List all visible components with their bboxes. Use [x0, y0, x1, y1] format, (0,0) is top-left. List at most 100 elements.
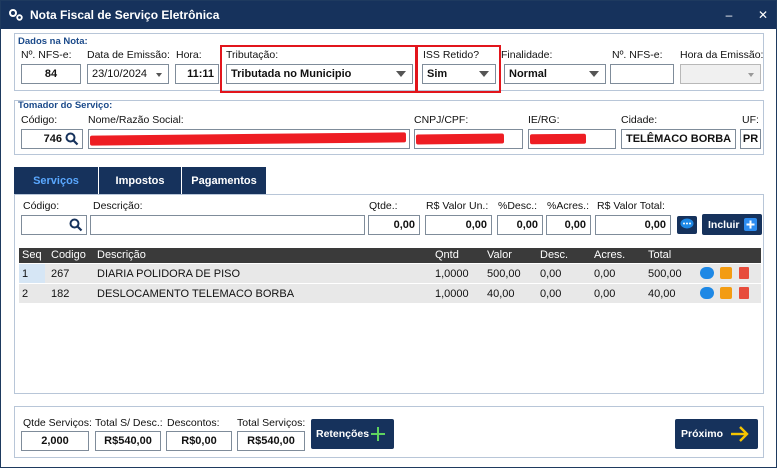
qtde-field[interactable]: 0,00	[368, 215, 420, 235]
cell-qntd: 1,0000	[435, 288, 469, 300]
search-icon[interactable]	[69, 218, 83, 234]
comment-icon[interactable]	[700, 267, 714, 279]
proximo-button[interactable]: Próximo	[675, 419, 758, 449]
column-header[interactable]: Acres.	[594, 249, 625, 261]
finalidade-label: Finalidade:	[501, 49, 553, 61]
redaction-mark	[415, 133, 505, 145]
nfse-ref-field[interactable]	[610, 64, 674, 84]
chevron-down-icon	[156, 73, 162, 77]
cidade-label: Cidade:	[621, 114, 658, 126]
nfse-window: Nota Fiscal de Serviço Eletrônica – ✕ Da…	[0, 0, 777, 468]
desc-field[interactable]: 0,00	[497, 215, 543, 235]
search-icon[interactable]	[65, 132, 79, 148]
tab-pagamentos[interactable]: Pagamentos	[182, 167, 266, 194]
tab-servicos[interactable]: Serviços	[14, 167, 98, 194]
valor-un-field[interactable]: 0,00	[425, 215, 492, 235]
cell-descricao: DIARIA POLIDORA DE PISO	[97, 268, 241, 280]
chevron-down-icon	[589, 71, 599, 77]
cidade-field[interactable]: TELÊMACO BORBA	[621, 129, 736, 149]
comment-icon	[680, 218, 694, 233]
uf-field[interactable]: PR	[740, 129, 761, 149]
ie-label: IE/RG:	[528, 114, 560, 126]
proximo-label: Próximo	[681, 428, 724, 440]
cell-acres: 0,00	[594, 288, 616, 300]
total-servicos-field: R$540,00	[237, 431, 305, 451]
cell-desc: 0,00	[540, 288, 562, 300]
cell-valor: 500,00	[487, 268, 521, 280]
redaction-mark	[529, 133, 587, 145]
hora-field[interactable]: 11:11	[175, 64, 219, 84]
nfse-ref-label: Nº. NFS-e:	[612, 49, 663, 61]
data-emissao-value: 23/10/2024	[92, 68, 148, 80]
plus-icon	[744, 218, 757, 231]
cell-acres: 0,00	[594, 268, 616, 280]
retencoes-button[interactable]: Retenções	[311, 419, 394, 449]
servico-codigo-field[interactable]	[21, 215, 87, 235]
cell-codigo: 267	[51, 268, 70, 280]
finalidade-value: Normal	[509, 68, 547, 80]
window-title: Nota Fiscal de Serviço Eletrônica	[30, 8, 220, 22]
close-button[interactable]: ✕	[753, 6, 773, 24]
incluir-button[interactable]: Incluir	[702, 214, 762, 235]
column-header[interactable]: Descrição	[97, 249, 146, 261]
valor-total-field[interactable]: 0,00	[595, 215, 671, 235]
qtde-servicos-label: Qtde Serviços:	[23, 417, 92, 429]
cell-desc: 0,00	[540, 268, 562, 280]
acres-field[interactable]: 0,00	[546, 215, 591, 235]
cell-total: 500,00	[648, 268, 682, 280]
comment-icon[interactable]	[700, 287, 714, 299]
retencoes-label: Retenções	[316, 428, 370, 440]
arrow-right-icon	[730, 425, 750, 446]
uf-label: UF:	[742, 114, 759, 126]
cell-seq: 1	[22, 268, 29, 280]
column-header[interactable]: Qntd	[435, 249, 459, 261]
plus-icon	[370, 426, 386, 445]
cell-total: 40,00	[648, 288, 676, 300]
total-sem-desc-field: R$540,00	[95, 431, 161, 451]
tomador-codigo-field[interactable]: 746	[21, 129, 83, 149]
comment-button[interactable]	[677, 216, 697, 234]
minimize-button[interactable]: –	[719, 6, 739, 24]
highlight-box-iss	[416, 45, 501, 93]
table-row[interactable]: 2 182 DESLOCAMENTO TELEMACO BORBA 1,0000…	[19, 284, 761, 303]
column-header[interactable]: Desc.	[540, 249, 568, 261]
data-emissao-field[interactable]: 23/10/2024	[87, 64, 169, 84]
total-servicos-label: Total Serviços:	[237, 417, 306, 429]
hora-emissao-field	[680, 64, 761, 84]
trash-icon[interactable]	[739, 267, 749, 279]
hora-label: Hora:	[176, 49, 202, 61]
settings-icon	[8, 7, 24, 23]
cell-seq: 2	[22, 288, 29, 300]
descontos-label: Descontos:	[167, 417, 220, 429]
column-header[interactable]: Total	[648, 249, 671, 261]
codigo-label: Código:	[21, 114, 58, 126]
qtde-label: Qtde.:	[369, 200, 398, 212]
cell-codigo: 182	[51, 288, 70, 300]
data-emissao-label: Data de Emissão:	[87, 49, 170, 61]
title-bar: Nota Fiscal de Serviço Eletrônica – ✕	[1, 1, 776, 29]
column-header[interactable]: Seq	[22, 249, 42, 261]
column-header[interactable]: Codigo	[51, 249, 86, 261]
acres-label: %Acres.:	[547, 200, 590, 212]
edit-icon[interactable]	[720, 287, 732, 299]
services-grid-header: Seq Codigo Descrição Qntd Valor Desc. Ac…	[19, 248, 761, 263]
nome-label: Nome/Razão Social:	[88, 114, 184, 126]
column-header[interactable]: Valor	[487, 249, 512, 261]
incluir-label: Incluir	[708, 218, 740, 231]
nfse-label: Nº. NFS-e:	[21, 49, 72, 61]
desc-label: %Desc.:	[498, 200, 538, 212]
trash-icon[interactable]	[739, 287, 749, 299]
qtde-servicos-field: 2,000	[21, 431, 89, 451]
cnpj-label: CNPJ/CPF:	[414, 114, 469, 126]
total-sem-desc-label: Total S/ Desc.:	[95, 417, 163, 429]
servico-descricao-field[interactable]	[90, 215, 365, 235]
valor-total-label: R$ Valor Total:	[597, 200, 665, 212]
table-row[interactable]: 1 267 DIARIA POLIDORA DE PISO 1,0000 500…	[19, 264, 761, 283]
cell-qntd: 1,0000	[435, 268, 469, 280]
highlight-box-tributacao	[220, 45, 417, 93]
nfse-number-field[interactable]: 84	[21, 64, 81, 84]
tab-impostos[interactable]: Impostos	[99, 167, 181, 194]
edit-icon[interactable]	[720, 267, 732, 279]
finalidade-select[interactable]: Normal	[504, 64, 606, 84]
valor-un-label: R$ Valor Un.:	[426, 200, 489, 212]
